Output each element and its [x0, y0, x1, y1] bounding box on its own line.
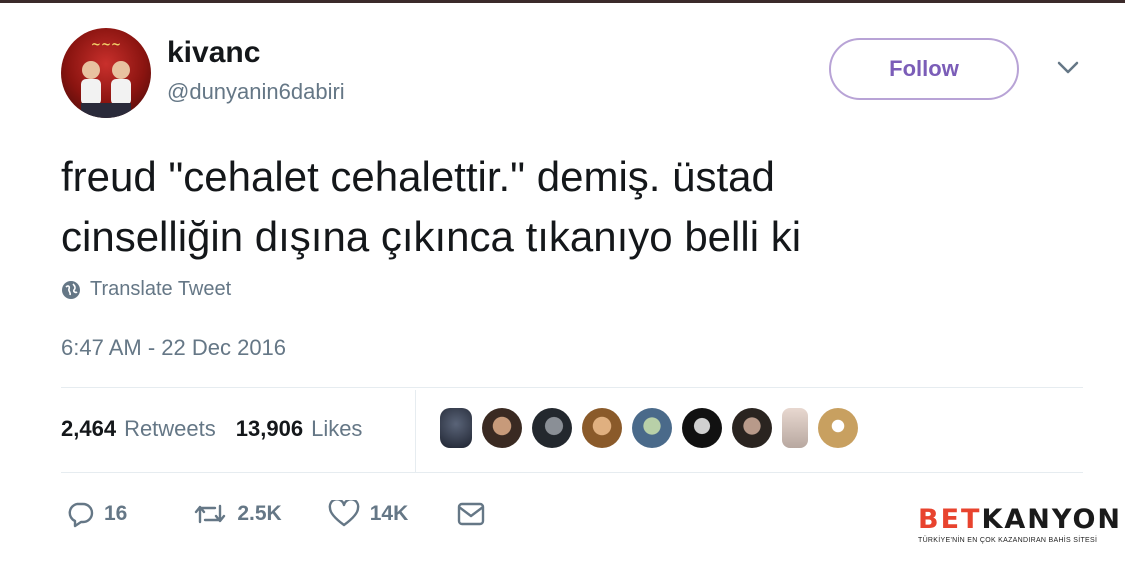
message-button[interactable] — [456, 501, 486, 527]
tweet-text: freud "cehalet cehalettir." demiş. üstad… — [61, 147, 1041, 267]
watermark-logo: BETKANYON — [918, 504, 1123, 535]
watermark-tagline: TÜRKİYE'NİN EN ÇOK KAZANDIRAN BAHİS SİTE… — [918, 537, 1098, 544]
tweet-text-line: cinselliğin dışına çıkınca tıkanıyo bell… — [61, 213, 802, 260]
tweet-text-line: freud "cehalet cehalettir." demiş. üstad — [61, 153, 775, 200]
stats-divider — [415, 390, 416, 472]
retweet-count: 2.5K — [237, 502, 282, 525]
liker-avatar[interactable] — [782, 408, 808, 448]
retweet-button[interactable]: 2.5K — [193, 500, 282, 528]
user-handle[interactable]: @dunyanin6dabiri — [167, 79, 345, 105]
tweet-actions: 16 2.5K 14K — [66, 500, 486, 528]
translate-tweet-link[interactable]: Translate Tweet — [61, 278, 231, 301]
svg-text:~~~: ~~~ — [91, 37, 121, 51]
reply-button[interactable]: 16 — [66, 500, 127, 528]
heart-icon — [328, 500, 360, 527]
envelope-icon — [458, 502, 485, 526]
like-button[interactable]: 14K — [328, 500, 409, 528]
avatar-image: ~~~ — [81, 37, 131, 118]
reply-icon — [68, 502, 94, 528]
likes-label[interactable]: Likes — [311, 416, 362, 442]
divider — [61, 387, 1083, 388]
top-edge-bar — [0, 0, 1125, 3]
liker-avatar[interactable] — [682, 408, 722, 448]
follow-button[interactable]: Follow — [829, 38, 1019, 100]
retweets-label[interactable]: Retweets — [124, 416, 216, 442]
like-count: 14K — [369, 502, 409, 525]
likes-count[interactable]: 13,906 — [236, 416, 303, 442]
liker-avatar[interactable] — [532, 408, 572, 448]
chevron-down-icon[interactable] — [1057, 61, 1079, 75]
liker-avatar[interactable] — [818, 408, 858, 448]
liker-avatar[interactable] — [632, 408, 672, 448]
avatar[interactable]: ~~~ — [61, 28, 151, 118]
globe-icon — [62, 280, 80, 299]
divider — [61, 472, 1083, 473]
reply-count: 16 — [104, 502, 128, 525]
translate-label: Translate Tweet — [90, 278, 232, 300]
liker-avatar[interactable] — [440, 408, 472, 448]
tweet-timestamp[interactable]: 6:47 AM - 22 Dec 2016 — [61, 335, 286, 361]
liker-avatar[interactable] — [732, 408, 772, 448]
display-name[interactable]: kivanc — [167, 36, 260, 70]
betkanyon-watermark: BETKANYON TÜRKİYE'NİN EN ÇOK KAZANDIRAN … — [918, 504, 1123, 545]
retweet-icon — [195, 504, 226, 524]
liker-avatars — [440, 408, 858, 448]
tweet-stats: 2,464 Retweets 13,906 Likes — [61, 416, 362, 442]
retweets-count[interactable]: 2,464 — [61, 416, 116, 442]
liker-avatar[interactable] — [482, 408, 522, 448]
liker-avatar[interactable] — [582, 408, 622, 448]
